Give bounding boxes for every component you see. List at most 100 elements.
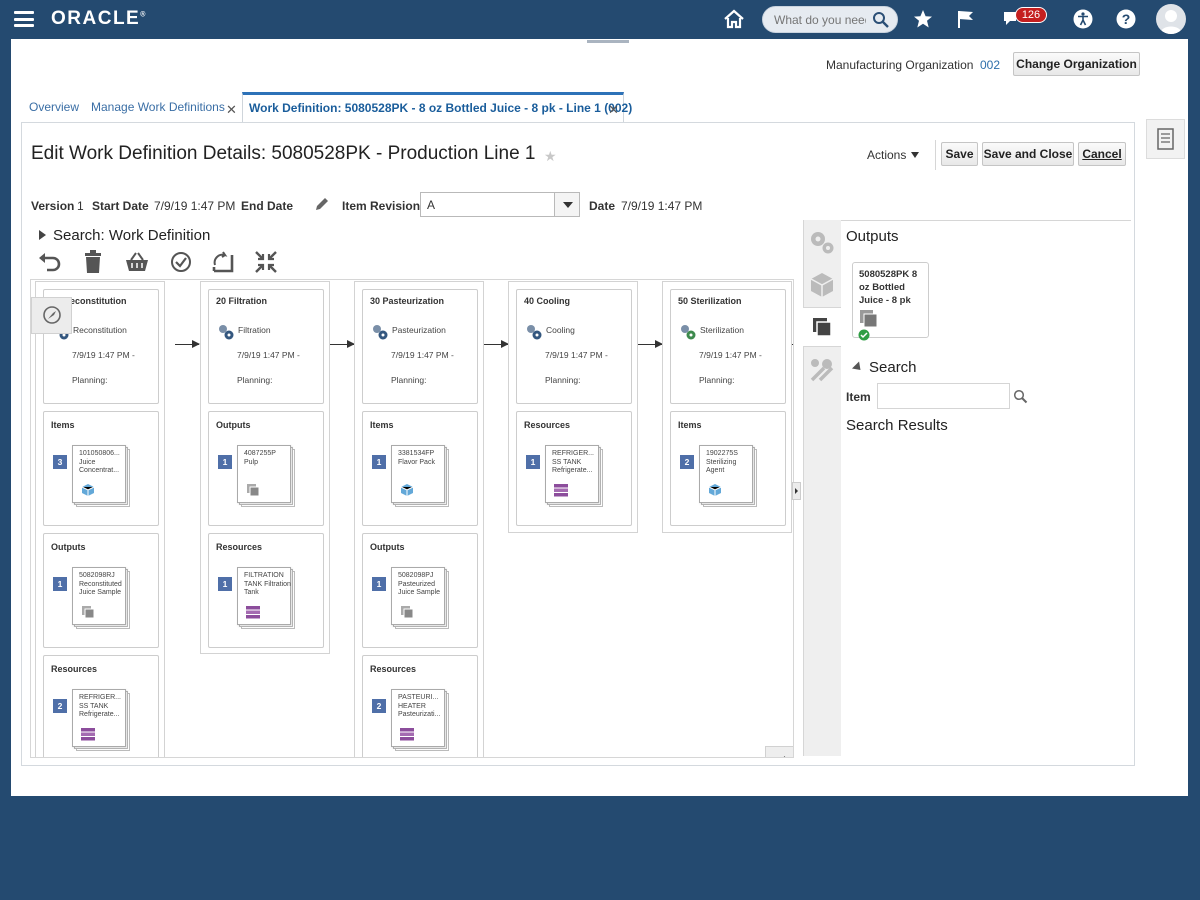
palette-tab-resources[interactable] — [803, 351, 841, 391]
flow-arrow — [175, 340, 200, 348]
work-definition-diagram[interactable]: 10 Reconstitution Reconstitution 7/9/19 … — [30, 279, 794, 758]
resources-section[interactable]: Resources 1 REFRIGER... SS TANK Refriger… — [516, 411, 632, 526]
palette-tab-outputs[interactable] — [803, 307, 841, 347]
contextual-panel-button[interactable] — [1146, 119, 1185, 159]
palette-tab-operations[interactable] — [803, 223, 841, 263]
undo-icon[interactable] — [37, 249, 63, 275]
output-card[interactable]: 5082098RJ Reconstituted Juice Sample — [72, 567, 130, 629]
drawer-handle[interactable] — [587, 40, 629, 43]
svg-text:?: ? — [1122, 11, 1131, 27]
pan-button[interactable] — [765, 746, 793, 757]
operation-title: 20 Filtration — [216, 296, 268, 306]
chevron-right-icon — [795, 488, 798, 494]
items-section[interactable]: Items 3 101050806... Juice Concentrat... — [43, 411, 159, 526]
disclosure-triangle-icon[interactable] — [39, 230, 46, 240]
operation-planning: Planning: — [237, 375, 273, 385]
oracle-logo[interactable]: ORACLE® — [51, 8, 145, 30]
stack-icon — [813, 318, 832, 337]
user-avatar[interactable] — [1156, 4, 1186, 34]
search-icon[interactable] — [1013, 389, 1028, 404]
tab-manage-work-definitions[interactable]: Manage Work Definitions — [91, 100, 225, 120]
cancel-button[interactable]: Cancel — [1078, 142, 1126, 166]
palette-search-title[interactable]: Search — [869, 359, 917, 376]
resources-section[interactable]: Resources 2 PASTEURI... HEATER Pasteuriz… — [362, 655, 478, 757]
favorites-star-icon[interactable] — [911, 7, 935, 31]
close-tab-icon[interactable]: ✕ — [608, 102, 619, 118]
count-badge: 1 — [53, 577, 67, 591]
outputs-section[interactable]: Outputs 1 4087255P Pulp — [208, 411, 324, 526]
operation-card[interactable]: 50 Sterilization Sterilization 7/9/19 1:… — [670, 289, 786, 404]
end-date-label: End Date — [241, 199, 294, 213]
change-organization-button[interactable]: Change Organization — [1013, 52, 1140, 76]
palette-tab-items[interactable] — [803, 265, 841, 305]
outputs-section[interactable]: Outputs 1 5082098PJ Pasteurized Juice Sa… — [362, 533, 478, 648]
save-and-close-button[interactable]: Save and Close — [982, 142, 1074, 166]
chevron-down-icon[interactable] — [554, 193, 579, 216]
resource-card[interactable]: REFRIGER... SS TANK Refrigerate... — [72, 689, 130, 751]
help-icon[interactable]: ? — [1114, 7, 1138, 31]
date-label: Date — [589, 199, 616, 213]
notification-count-badge[interactable]: 126 — [1015, 7, 1047, 23]
item-card[interactable]: 101050806... Juice Concentrat... — [72, 445, 130, 507]
search-icon[interactable] — [872, 11, 890, 29]
item-revision-select[interactable]: A — [420, 192, 580, 217]
close-tab-icon[interactable]: ✕ — [226, 102, 237, 118]
gears-green-icon — [681, 325, 696, 340]
chevron-down-icon[interactable] — [911, 152, 919, 158]
fit-to-screen-icon[interactable] — [253, 249, 279, 275]
favorite-star-icon[interactable]: ★ — [544, 148, 557, 165]
accessibility-icon[interactable] — [1071, 7, 1095, 31]
home-icon[interactable] — [722, 7, 746, 31]
items-section[interactable]: Items 2 1902275S Sterilizing Agent — [670, 411, 786, 526]
search-work-definition-header[interactable]: Search: Work Definition — [53, 227, 210, 244]
resources-section[interactable]: Resources 1 FILTRATION TANK Filtration T… — [208, 533, 324, 648]
save-button[interactable]: Save — [941, 142, 978, 166]
refresh-layout-icon[interactable] — [210, 249, 236, 275]
output-palette-card-text: 5080528PK 8 oz Bottled Juice - 8 pk — [859, 269, 918, 306]
operation-planning: Planning: — [72, 375, 108, 385]
tab-work-definition-label[interactable]: Work Definition: 5080528PK - 8 oz Bottle… — [249, 101, 632, 115]
menu-icon[interactable] — [14, 11, 34, 27]
tab-overview[interactable]: Overview — [29, 100, 79, 120]
resource-card[interactable]: FILTRATION TANK Filtration Tank — [237, 567, 295, 629]
panel-splitter-handle[interactable] — [792, 482, 801, 500]
edit-pencil-icon[interactable] — [313, 196, 330, 213]
outputs-section[interactable]: Outputs 1 5082098RJ Reconstituted Juice … — [43, 533, 159, 648]
operation-column-30: 30 Pasteurization Pasteurization 7/9/19 … — [354, 281, 484, 757]
item-card-text: 101050806... Juice Concentrat... — [79, 450, 120, 474]
item-card[interactable]: 1902275S Sterilizing Agent — [699, 445, 757, 507]
global-search-input[interactable] — [774, 12, 866, 28]
operation-name: Reconstitution — [73, 325, 127, 335]
gears-icon — [527, 325, 542, 340]
resource-icon — [400, 728, 414, 741]
operation-planning: Planning: — [545, 375, 581, 385]
item-card[interactable]: 3381534FP Flavor Pack — [391, 445, 449, 507]
operation-card[interactable]: 40 Cooling Cooling 7/9/19 1:47 PM - Plan… — [516, 289, 632, 404]
resource-icon — [246, 606, 260, 619]
resource-card[interactable]: PASTEURI... HEATER Pasteurizati... — [391, 689, 449, 751]
basket-icon[interactable] — [124, 249, 150, 275]
resource-card[interactable]: REFRIGER... SS TANK Refrigerate... — [545, 445, 603, 507]
output-card[interactable]: 5082098PJ Pasteurized Juice Sample — [391, 567, 449, 629]
validate-check-icon[interactable] — [168, 249, 194, 275]
resources-section[interactable]: Resources 2 REFRIGER... SS TANK Refriger… — [43, 655, 159, 757]
output-palette-card[interactable]: 5080528PK 8 oz Bottled Juice - 8 pk — [852, 262, 929, 341]
section-title: Resources — [51, 664, 98, 674]
org-value[interactable]: 002 — [980, 58, 1000, 72]
item-search-input[interactable] — [877, 383, 1010, 409]
cube-icon — [810, 273, 834, 297]
items-section[interactable]: Items 1 3381534FP Flavor Pack — [362, 411, 478, 526]
operation-card[interactable]: 30 Pasteurization Pasteurization 7/9/19 … — [362, 289, 478, 404]
resource-card-text: REFRIGER... SS TANK Refrigerate... — [79, 694, 122, 718]
delete-trash-icon[interactable] — [80, 249, 106, 275]
operation-date: 7/9/19 1:47 PM - — [237, 350, 300, 360]
global-search[interactable] — [762, 6, 898, 33]
operation-name: Cooling — [546, 325, 575, 335]
output-card[interactable]: 4087255P Pulp — [237, 445, 295, 507]
count-badge: 1 — [526, 455, 540, 469]
watchlist-flag-icon[interactable] — [954, 7, 978, 31]
actions-menu[interactable]: Actions — [867, 148, 906, 162]
operation-column-20: 20 Filtration Filtration 7/9/19 1:47 PM … — [200, 281, 330, 654]
navigator-compass-button[interactable] — [31, 297, 72, 334]
operation-card[interactable]: 20 Filtration Filtration 7/9/19 1:47 PM … — [208, 289, 324, 404]
